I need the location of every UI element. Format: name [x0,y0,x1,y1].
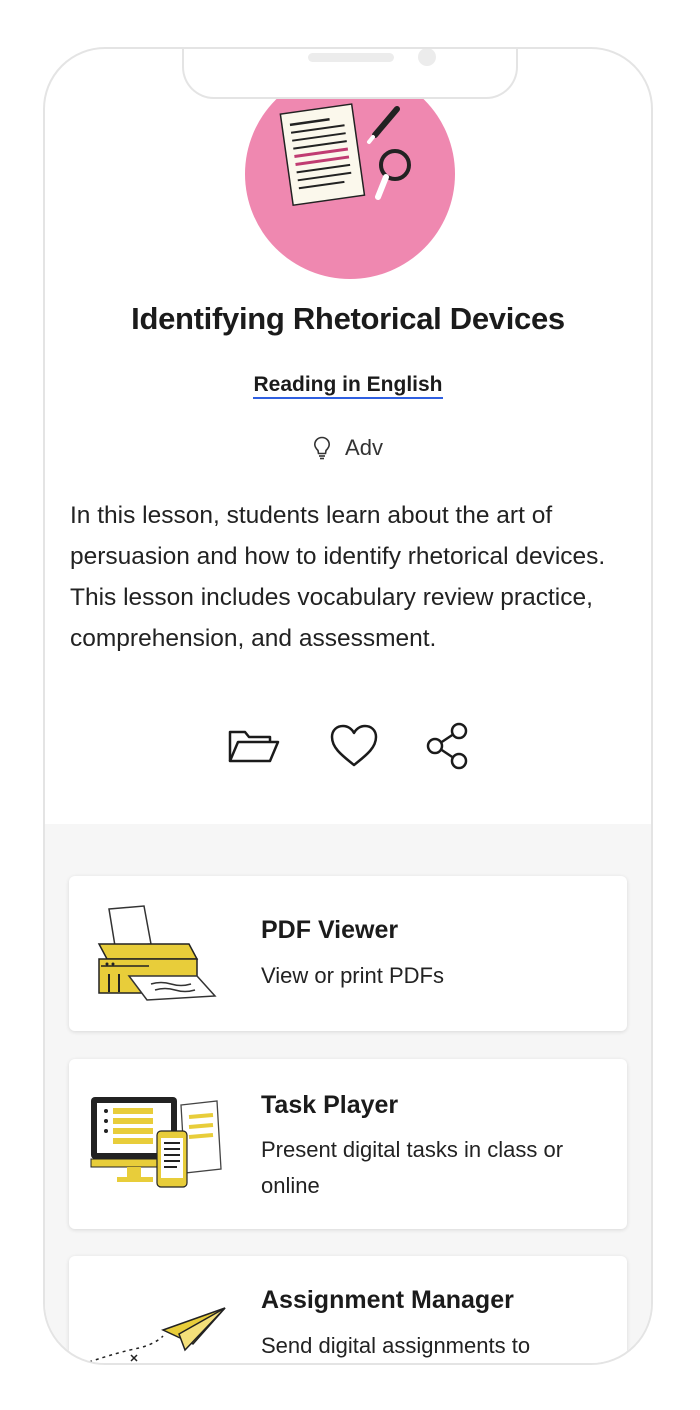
tool-card-task-player[interactable]: Task Player Present digital tasks in cla… [69,1059,627,1229]
level-indicator: Adv [45,435,651,461]
speaker-grille [308,53,394,62]
folder-icon [228,730,280,763]
lesson-title: Identifying Rhetorical Devices [131,301,565,336]
lesson-hero-image [245,69,455,279]
lightbulb-icon [314,436,331,460]
phone-frame: Identifying Rhetorical Devices Reading i… [43,47,653,1365]
share-icon [426,722,468,770]
tools-section: PDF Viewer View or print PDFs Task Playe… [45,824,651,1363]
printer-illustration-icon [97,905,217,1001]
share-button[interactable] [421,721,475,771]
tool-card-assignment-manager[interactable]: Assignment Manager Send digital assignme… [69,1256,627,1363]
lesson-actions [45,721,651,771]
tool-title: Task Player [261,1091,399,1119]
devices-illustration-icon [90,1097,222,1188]
tool-card-pdf-viewer[interactable]: PDF Viewer View or print PDFs [69,876,627,1031]
heart-icon [330,724,378,767]
save-to-folder-button[interactable] [227,721,281,771]
favorite-button[interactable] [327,721,381,771]
subject-link[interactable]: Reading in English [253,373,443,399]
tool-title: PDF Viewer [261,916,399,944]
lesson-description: In this lesson, students learn about the… [70,502,606,652]
phone-notch [182,49,518,99]
document-with-pencil-and-magnifier-icon [279,103,411,207]
subject-link-wrapper: Reading in English [45,373,651,399]
app-screen: Identifying Rhetorical Devices Reading i… [45,49,651,1363]
tool-description: Present digital tasks in class or online [261,1137,564,1198]
front-camera [418,49,436,66]
tool-description: Send digital assignments to [261,1333,531,1358]
tool-description: View or print PDFs [261,963,444,988]
tool-title: Assignment Manager [261,1286,514,1314]
paper-plane-illustration-icon [89,1307,226,1363]
level-label: Adv [345,435,383,460]
